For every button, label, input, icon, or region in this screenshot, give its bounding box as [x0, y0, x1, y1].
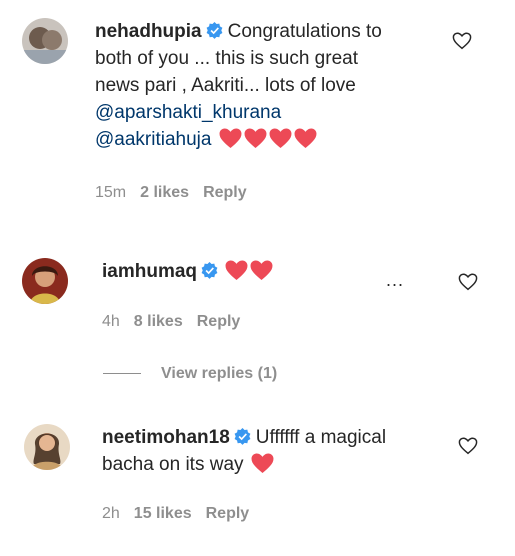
comment-line: both of you ... this is such great	[95, 48, 358, 69]
like-heart-outline-icon[interactable]	[452, 32, 472, 50]
verified-badge-icon	[201, 262, 218, 279]
comment-meta: 15m 2 likes Reply	[95, 184, 261, 202]
likes-count[interactable]: 15 likes	[134, 505, 192, 522]
comment-time: 2h	[102, 505, 120, 522]
comment-time: 15m	[95, 184, 127, 201]
like-heart-outline-icon[interactable]	[458, 273, 478, 291]
reply-button[interactable]: Reply	[197, 313, 241, 330]
username[interactable]: iamhumaq	[102, 261, 197, 282]
avatar[interactable]	[22, 258, 68, 304]
avatar[interactable]	[24, 424, 70, 470]
more-options-button[interactable]: ...	[386, 270, 404, 291]
username[interactable]: nehadhupia	[95, 21, 202, 42]
comment-line: bacha on its way	[102, 454, 244, 475]
red-heart-emoji	[225, 260, 248, 281]
comment-line: Uffffff a magical	[255, 427, 387, 448]
red-heart-emoji	[251, 453, 274, 474]
comment-text: nehadhupia Congratulations to both of you…	[95, 18, 440, 153]
mention-link[interactable]: @aakritiahuja	[95, 129, 211, 150]
comment-line: Congratulations to	[227, 21, 382, 42]
like-heart-outline-icon[interactable]	[458, 437, 478, 455]
divider-line	[103, 373, 141, 375]
likes-count[interactable]: 2 likes	[140, 184, 189, 201]
red-heart-emoji	[269, 128, 292, 149]
verified-badge-icon	[206, 22, 223, 39]
avatar[interactable]	[22, 18, 68, 64]
reply-button[interactable]: Reply	[206, 505, 250, 522]
view-replies-button[interactable]: View replies (1)	[103, 365, 277, 383]
comment-line: news pari , Aakriti... lots of love	[95, 75, 356, 96]
red-heart-emoji	[250, 260, 273, 281]
red-heart-emoji	[219, 128, 242, 149]
likes-count[interactable]: 8 likes	[134, 313, 183, 330]
verified-badge-icon	[234, 428, 251, 445]
comment-time: 4h	[102, 313, 120, 330]
mention-link[interactable]: @aparshakti_khurana	[95, 102, 281, 123]
comment-meta: 2h 15 likes Reply	[102, 505, 263, 523]
comment-text: iamhumaq	[102, 258, 402, 285]
username[interactable]: neetimohan18	[102, 427, 230, 448]
view-replies-label: View replies (1)	[161, 365, 278, 382]
reply-button[interactable]: Reply	[203, 184, 247, 201]
red-heart-emoji	[294, 128, 317, 149]
comment-text: neetimohan18 Uffffff a magical bacha on i…	[102, 424, 442, 478]
red-heart-emoji	[244, 128, 267, 149]
comment-meta: 4h 8 likes Reply	[102, 313, 254, 331]
